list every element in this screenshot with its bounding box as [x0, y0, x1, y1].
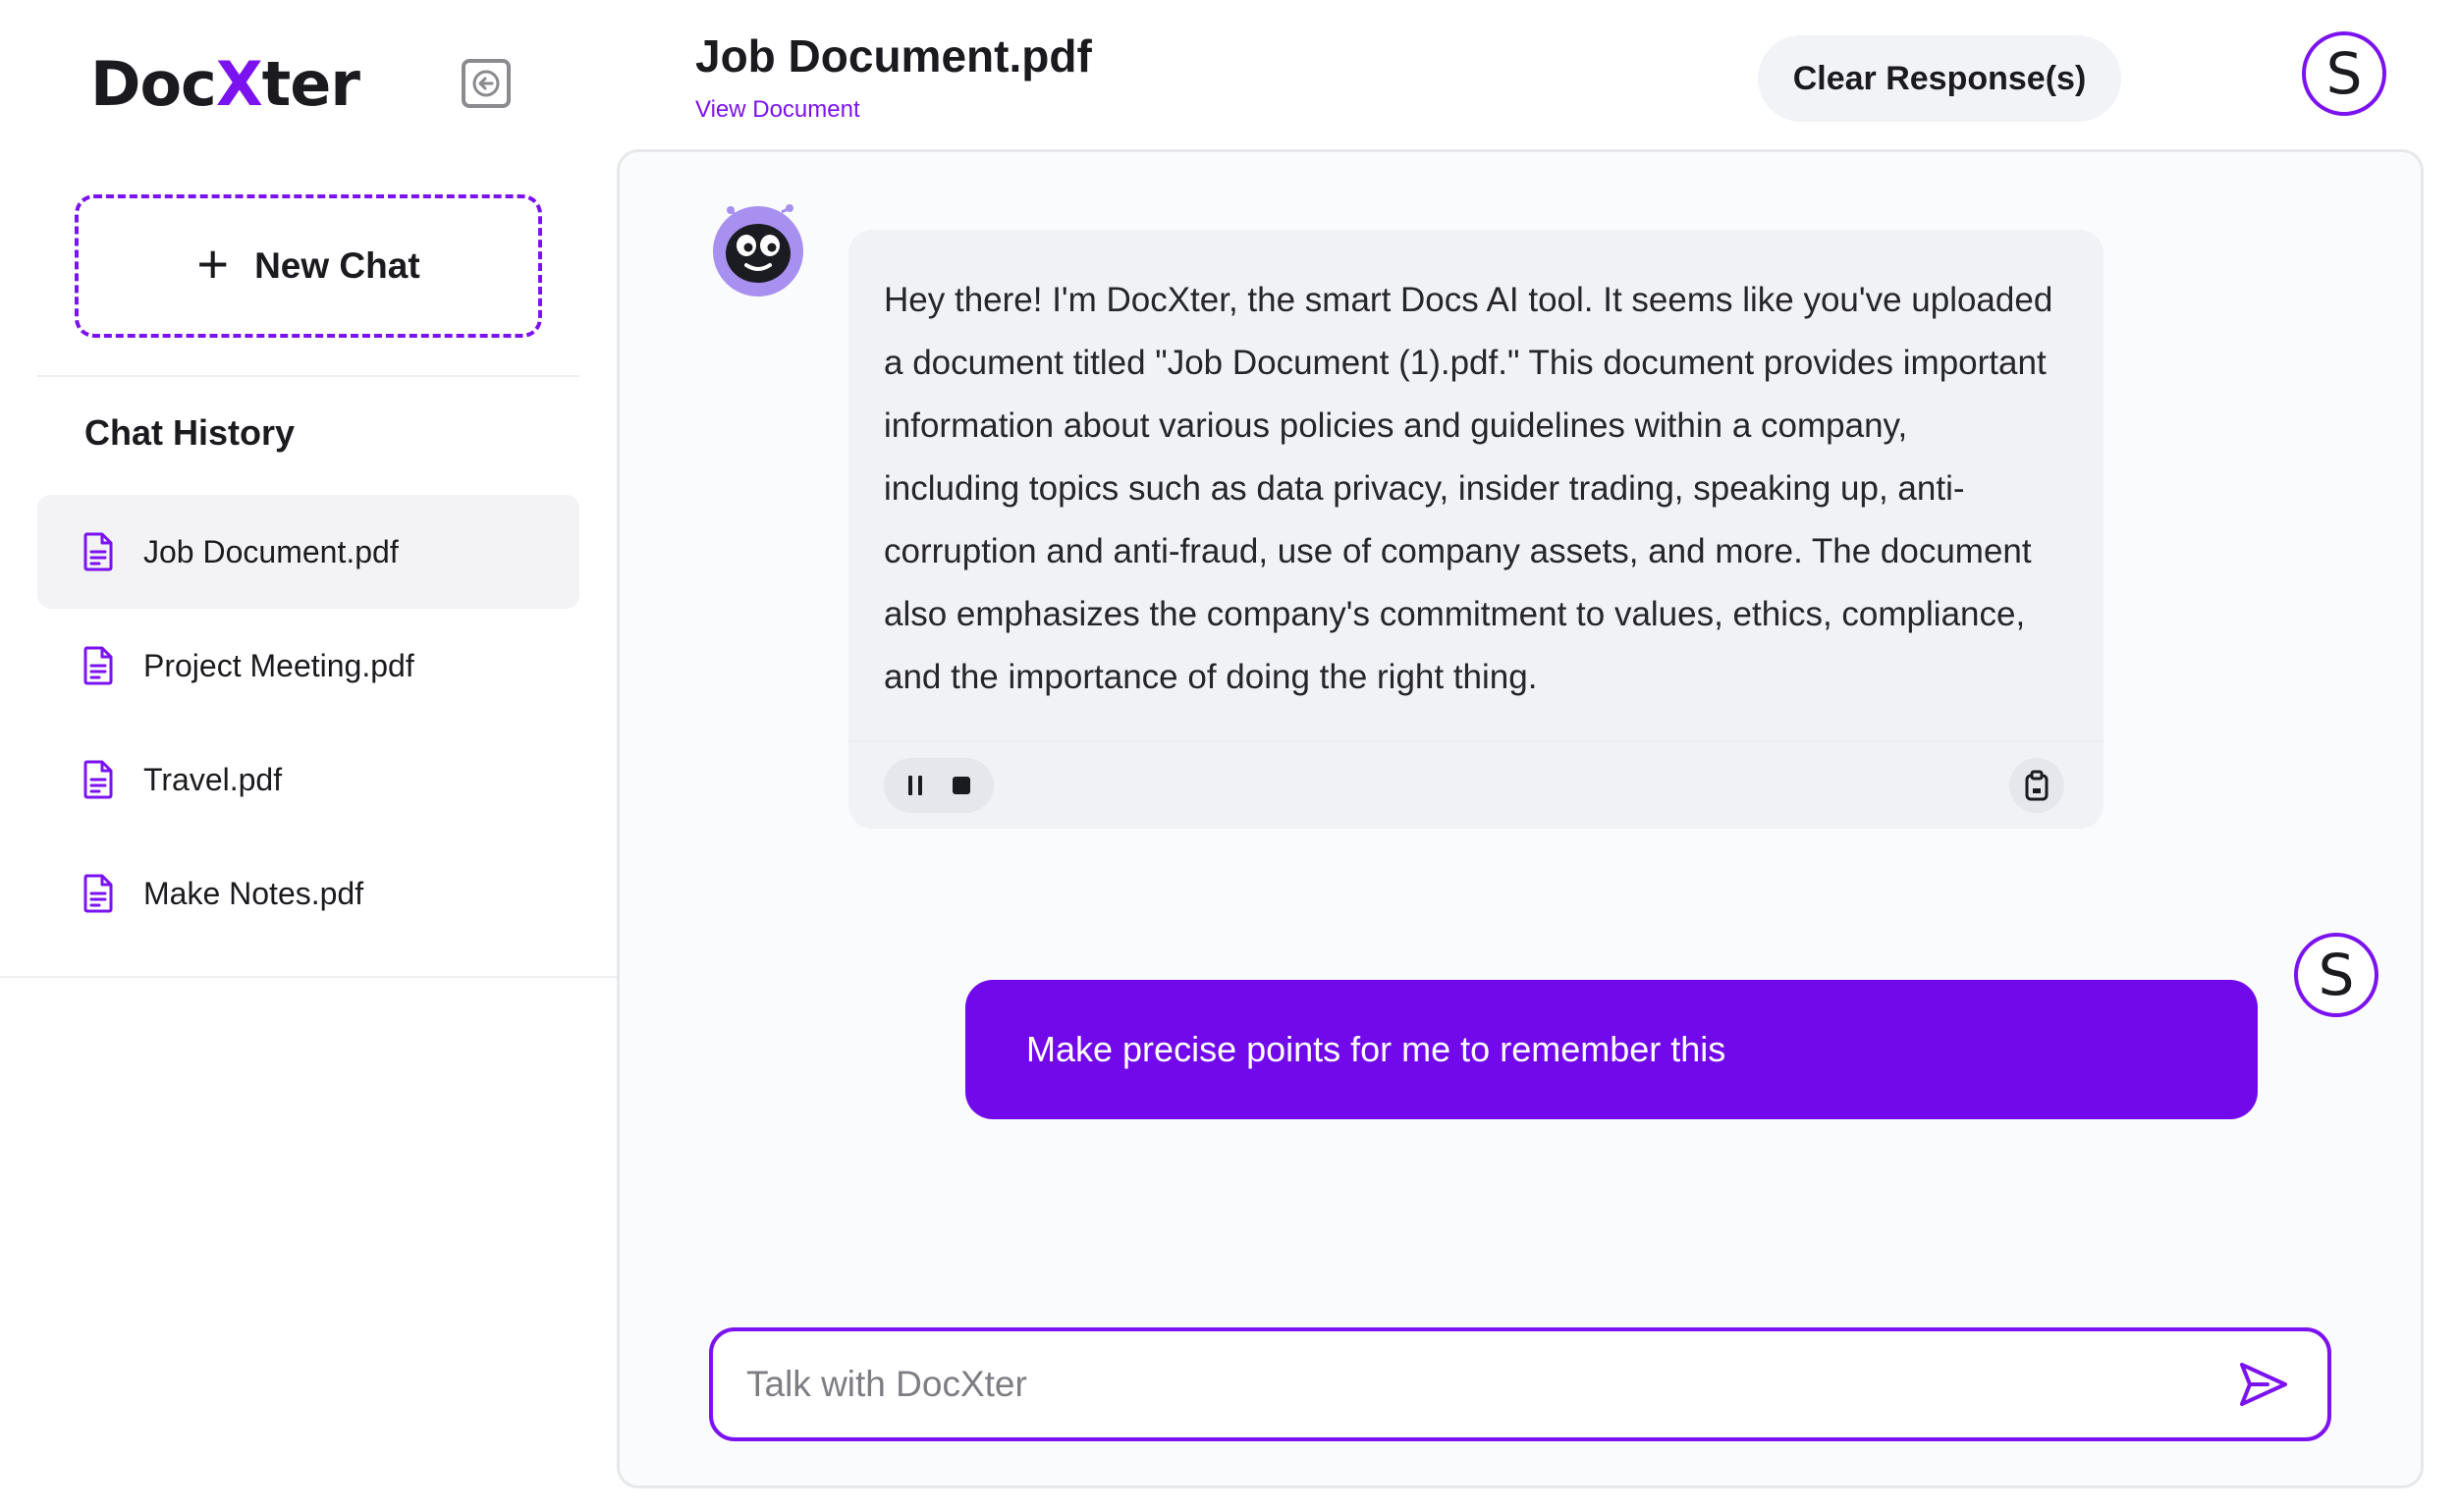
arrow-left-icon — [472, 70, 500, 97]
history-item-project-meeting[interactable]: Project Meeting.pdf — [37, 609, 579, 723]
document-icon — [82, 760, 114, 799]
user-avatar[interactable]: S — [2302, 31, 2386, 116]
stop-button[interactable] — [951, 775, 972, 796]
assistant-message-text: Hey there! I'm DocXter, the smart Docs A… — [884, 281, 2053, 696]
history-item-label: Make Notes.pdf — [143, 875, 364, 911]
user-message: Make precise points for me to remember t… — [965, 980, 2258, 1119]
history-item-travel[interactable]: Travel.pdf — [37, 723, 579, 837]
document-icon — [82, 532, 114, 571]
clear-responses-button[interactable]: Clear Response(s) — [1758, 35, 2121, 122]
bot-mascot-icon — [713, 204, 803, 297]
send-button[interactable] — [2219, 1340, 2308, 1429]
audio-controls — [884, 758, 994, 813]
divider — [37, 375, 579, 377]
message-composer — [709, 1327, 2331, 1441]
logo-x: X — [215, 48, 263, 120]
view-document-link[interactable]: View Document — [695, 96, 860, 124]
plus-icon: + — [196, 233, 230, 295]
logo-prefix: Doc — [90, 48, 217, 120]
chat-history-list: Job Document.pdf Project Meeting.pdf Tra… — [37, 495, 579, 950]
page-title: Job Document.pdf — [695, 30, 1092, 81]
pause-icon — [908, 776, 922, 795]
collapse-sidebar-button[interactable] — [462, 59, 511, 108]
docxter-logo[interactable]: DocXter — [90, 47, 360, 122]
assistant-message: Hey there! I'm DocXter, the smart Docs A… — [848, 230, 2104, 829]
stop-icon — [953, 777, 970, 794]
logo-suffix: ter — [261, 48, 360, 120]
history-item-label: Travel.pdf — [143, 761, 283, 797]
copy-button[interactable] — [2009, 758, 2064, 813]
history-item-job-document[interactable]: Job Document.pdf — [37, 495, 579, 609]
chat-history-title: Chat History — [84, 412, 296, 453]
new-chat-label: New Chat — [254, 245, 420, 286]
pause-button[interactable] — [905, 774, 925, 797]
history-item-label: Job Document.pdf — [143, 533, 399, 569]
history-item-label: Project Meeting.pdf — [143, 647, 414, 683]
new-chat-button[interactable]: + New Chat — [75, 194, 542, 338]
document-icon — [82, 874, 114, 913]
message-input[interactable] — [713, 1331, 2219, 1437]
sidebar: DocXter + New Chat Chat History Job Docu… — [0, 0, 619, 1512]
message-controls — [848, 740, 2104, 829]
history-item-make-notes[interactable]: Make Notes.pdf — [37, 837, 579, 950]
bot-avatar — [709, 200, 807, 298]
document-icon — [82, 646, 114, 685]
clipboard-icon — [2025, 770, 2049, 801]
user-message-avatar: S — [2294, 933, 2378, 1017]
divider — [0, 976, 619, 978]
send-icon — [2240, 1363, 2287, 1406]
